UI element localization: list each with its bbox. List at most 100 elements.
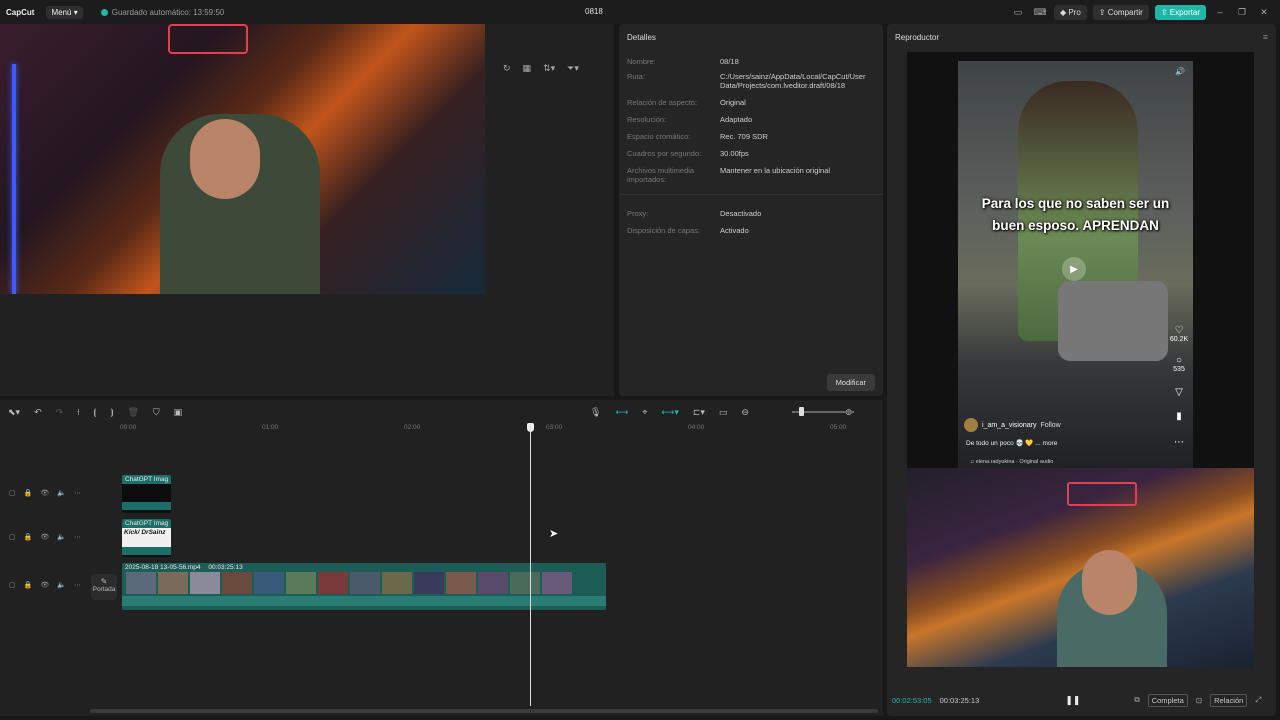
filmstrip-frame [190,572,220,594]
delete-icon[interactable]: 🗑 [127,407,138,418]
filmstrip-frame [382,572,412,594]
detail-key: Ruta: [627,72,645,81]
video-audio: ♫ elena.radyukina · Original audio [970,459,1054,465]
close-icon[interactable]: ✕ [1256,7,1272,18]
main-clip-name: 2025-08-18 13-05-56.mp4 [125,564,201,571]
detail-value: Adaptado [720,115,753,124]
eye-icon[interactable]: 👁 [40,581,49,589]
speaker-icon[interactable]: 🔈 [57,533,66,541]
modify-button[interactable]: Modificar [826,374,875,391]
ratio-button[interactable]: Relación [1210,693,1248,707]
grid-view-icon[interactable]: ▦ [523,63,532,74]
more-icon[interactable]: ⋯ [74,581,81,589]
detail-row: Cuadros por segundo: 30.00fps [627,149,875,158]
track-toggle-icon[interactable]: ▢ [9,489,16,497]
neon-sign [168,24,248,54]
eye-icon[interactable]: 👁 [40,533,49,541]
timeline-ruler[interactable]: 00:00 01:00 02:00 03:00 04:00 05:00 [120,424,880,434]
pro-button[interactable]: ◆ Pro [1053,4,1087,20]
zoom-out-icon[interactable]: ⊖ [741,407,749,418]
pencil-icon: ✎ [100,577,108,586]
split-left-icon[interactable]: ⦗ [93,407,96,418]
player-menu-icon[interactable]: ≡ [1263,32,1268,42]
fullscreen-icon[interactable]: ⤢ [1255,695,1261,705]
snap-icon[interactable]: ⌖ [642,407,647,418]
export-button[interactable]: ⇧ Exportar [1154,4,1206,20]
layout-icon[interactable]: ▭ [1010,7,1026,18]
share-button[interactable]: ⇪ Compartir [1092,4,1149,20]
lock-icon[interactable]: 🔒 [24,581,33,589]
zoom-slider-handle[interactable] [799,407,804,416]
undo-icon[interactable]: ↶ [34,407,42,418]
filmstrip-frame [414,572,444,594]
track-toggle-icon[interactable]: ▢ [9,581,16,589]
minimize-icon[interactable]: – [1212,7,1228,17]
clip-thumbnail-text: Kick/ DrSainz [122,528,171,547]
image-clip-2[interactable]: ChatGPT Imag Kick/ DrSainz [122,519,171,557]
shield-icon[interactable]: ⛉ [153,407,160,418]
filmstrip-frame [446,572,476,594]
lock-icon[interactable]: 🔒 [24,533,33,541]
detail-row: Relación de aspecto: Original [627,98,875,107]
link-icon[interactable]: ⟷ [615,407,628,418]
detail-row: Proxy: Desactivado [627,209,875,218]
menu-label: Menú [51,7,72,17]
detail-row: Ruta: C:/Users/sainz/AppData/Local/CapCut… [627,72,875,90]
timeline-scrollbar[interactable] [90,709,878,713]
total-time: 00:03:25:13 [939,695,980,705]
track-toggle-icon[interactable]: ▢ [9,533,16,541]
tiktok-video: 🔊 Para los que no saben ser un buen espo… [958,61,1193,468]
playhead[interactable] [530,424,531,706]
split-icon[interactable]: ⟊ [77,407,79,418]
shortcuts-icon[interactable]: ⌨ [1032,7,1048,18]
filter-icon[interactable]: ⏷▾ [567,63,579,74]
split-right-icon[interactable]: ⦘ [110,407,113,418]
snapshot-icon[interactable]: ⊡ [1196,696,1202,705]
video-clip-main[interactable]: 2025-08-18 13-05-56.mp4 00:03:25:13 [122,563,606,610]
more-icon[interactable]: ⋯ [74,489,81,497]
eye-icon[interactable]: 👁 [40,489,49,497]
pause-button[interactable]: ❚❚ [1065,695,1080,706]
image-clip-1[interactable]: ChatGPT Imag [122,475,171,513]
neon-strip [12,64,16,294]
filmstrip-frame [478,572,508,594]
image-add-icon[interactable]: ▣ [174,407,183,418]
speaker-icon[interactable]: 🔈 [57,489,66,497]
main-clip-duration: 00:03:25:13 [208,564,243,571]
track-controls-3: ▢ 🔒 👁 🔈 ⋯ [9,581,89,589]
menu-button[interactable]: Menú ▾ [46,5,83,19]
timeline-toolbar-right: 🎙 ⟷ ⌖ ⟷▾ ⊏▾ ▭ ⊖ ⊕ [590,404,854,420]
magnet-icon[interactable]: ⟷▾ [661,407,678,418]
detail-row: Espacio cromático: Rec. 709 SDR [627,132,875,141]
current-time: 00:02:53:05 [892,695,932,705]
ruler-tick: 04:00 [688,424,705,431]
maximize-icon[interactable]: ❐ [1234,7,1250,18]
more-icon[interactable]: ⋯ [74,533,81,541]
comment-icon: ○ [1175,355,1183,366]
caption-icon[interactable]: ▭ [719,407,728,418]
track-controls-2: ▢ 🔒 👁 🔈 ⋯ [9,533,89,541]
ruler-tick: 01:00 [262,424,279,431]
clip-filmstrip [122,572,606,596]
autosave-text: Guardado automático: 13:59:50 [111,7,225,17]
redo-icon[interactable]: ↷ [56,407,64,418]
full-quality-button[interactable]: Completa [1147,693,1188,707]
clip-label: ChatGPT Imag [122,519,171,528]
cover-button[interactable]: ✎ Portada [91,574,117,600]
refresh-icon[interactable]: ↻ [503,63,511,74]
cover-label: Portada [92,586,116,593]
crop-icon[interactable]: ⧉ [1134,695,1139,705]
preview-axis-icon[interactable]: ⊏▾ [693,407,705,418]
speaker-icon[interactable]: 🔈 [57,581,66,589]
microphone-icon[interactable]: 🎙 [590,407,601,418]
detail-key: Archivos multimedia importados: [627,166,695,184]
sort-icon[interactable]: ⇅▾ [543,63,555,74]
autosave-icon [100,8,108,16]
select-tool-icon[interactable]: ⬉▾ [8,407,20,418]
caption-line-2: buen esposo. APRENDAN [992,218,1159,233]
filmstrip-frame [126,572,156,594]
detail-key: Relación de aspecto: [627,98,698,107]
app-logo: CapCut [6,7,35,17]
export-label: Exportar [1169,7,1200,17]
lock-icon[interactable]: 🔒 [24,489,33,497]
